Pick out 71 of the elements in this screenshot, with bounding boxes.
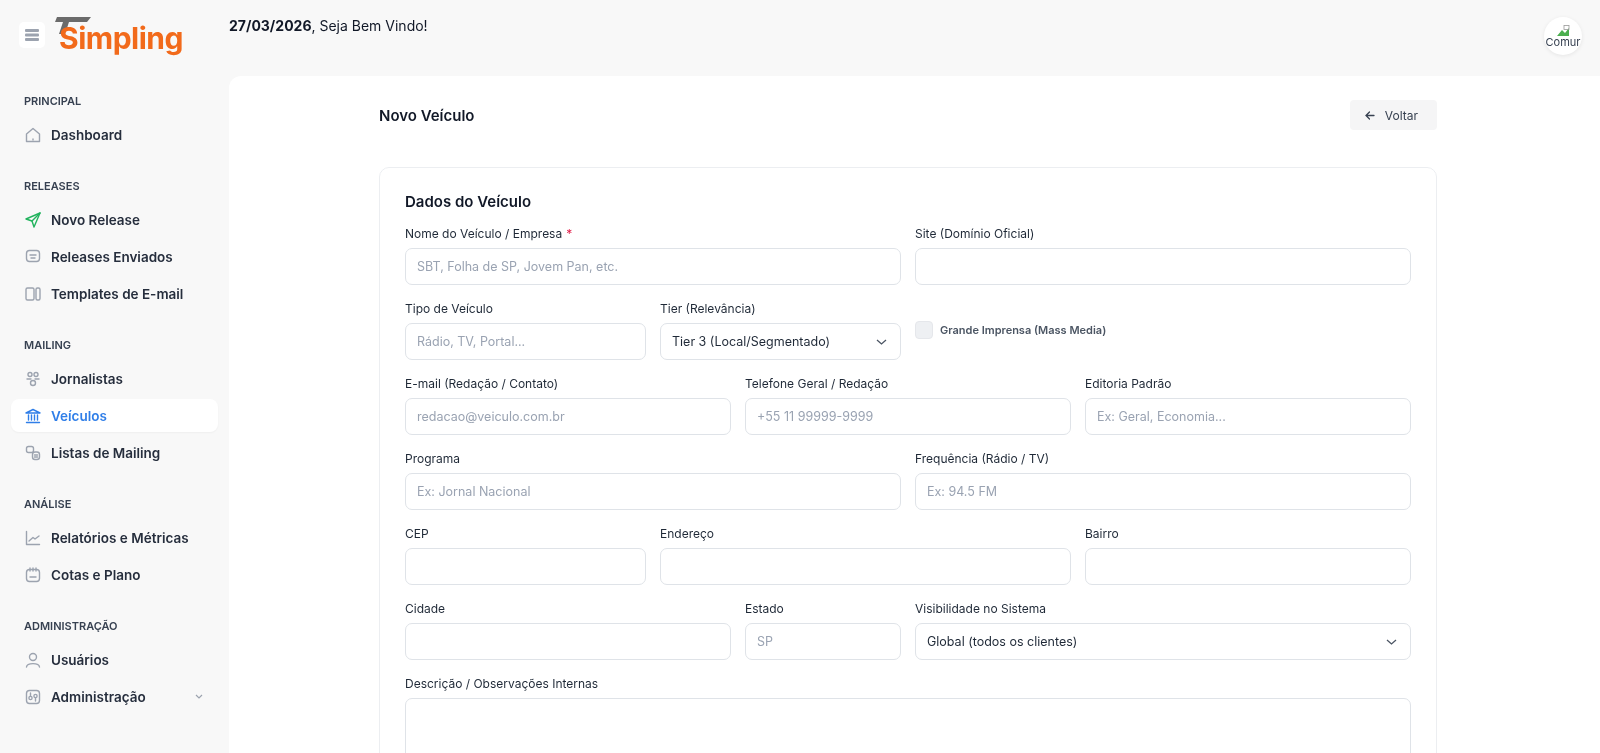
sidebar-item[interactable]: Templates de E-mail [11, 277, 218, 310]
input-field[interactable] [660, 548, 1071, 585]
input-field[interactable]: redacao@veiculo.com.br [405, 398, 731, 435]
section-heading: PRINCIPAL [23, 93, 83, 110]
form-title: Dados do Veículo [405, 192, 533, 211]
arrow-left-icon [1364, 110, 1375, 120]
field-label: Nome do Veículo / Empresa [405, 225, 563, 241]
send-icon [24, 210, 42, 229]
back-button[interactable]: Voltar [1349, 100, 1437, 130]
field-label: Site (Domínio Oficial) [915, 225, 1035, 241]
input-field[interactable]: +55 11 99999-9999 [745, 398, 1071, 435]
chevron-down-icon [876, 338, 887, 345]
input-field[interactable] [405, 623, 731, 660]
sliders-icon [24, 687, 42, 706]
input-field[interactable]: Ex: 94.5 FM [915, 473, 1411, 510]
sidebar-item[interactable]: Jornalistas [11, 362, 218, 395]
field-label: Estado [745, 600, 784, 616]
sidebar-item[interactable]: Veículos [11, 399, 218, 432]
sidebar-item[interactable]: Cotas e Plano [11, 558, 218, 591]
user-icon [24, 650, 42, 669]
section-heading: RELEASES [23, 178, 81, 195]
input-field[interactable]: Ex: Jornal Nacional [405, 473, 901, 510]
chart-icon [24, 528, 42, 547]
field-label: Editoria Padrão [1085, 375, 1172, 391]
page-title: Novo Veículo [379, 105, 475, 125]
section-heading: ADMINISTRAÇÃO [23, 618, 119, 635]
select-field[interactable]: Global (todos os clientes) [915, 623, 1411, 660]
greeting-text: 27/03/2026, Seja Bem Vindo! [229, 17, 428, 34]
checkbox[interactable] [915, 321, 933, 339]
chevron-down-icon [1386, 638, 1397, 645]
field-label: Tipo de Veículo [405, 300, 493, 316]
input-field[interactable]: SBT, Folha de SP, Jovem Pan, etc. [405, 248, 901, 285]
field-label: Descrição / Observações Internas [405, 675, 599, 691]
checkbox-label: Grande Imprensa (Mass Media) [940, 323, 1107, 337]
field-label: Programa [405, 450, 461, 466]
columns-icon [24, 284, 42, 303]
field-label: Visibilidade no Sistema [915, 600, 1046, 616]
required-mark: * [566, 225, 573, 241]
sidebar-item[interactable]: Administração [11, 680, 218, 713]
select-field[interactable]: Tier 3 (Local/Segmentado) [660, 323, 901, 360]
section-heading: ANÁLISE [23, 496, 73, 513]
input-field[interactable] [1085, 548, 1411, 585]
field-label: Bairro [1085, 525, 1119, 541]
section-heading: MAILING [23, 337, 73, 354]
people-icon [24, 369, 42, 388]
menu-icon [25, 29, 39, 41]
field-label: Frequência (Rádio / TV) [915, 450, 1050, 466]
field-label: Telefone Geral / Redação [745, 375, 889, 391]
sidebar-item[interactable]: Releases Enviados [11, 240, 218, 273]
list-icon [24, 443, 42, 462]
sidebar-item[interactable]: Listas de Mailing [11, 436, 218, 469]
field-label: E-mail (Redação / Contato) [405, 375, 559, 391]
broken-image-icon [1556, 24, 1570, 37]
calendar-icon [24, 565, 42, 584]
input-field[interactable]: Rádio, TV, Portal... [405, 323, 646, 360]
sidebar-item[interactable]: Novo Release [11, 203, 218, 236]
menu-button[interactable] [19, 22, 45, 48]
avatar[interactable]: Comur [1544, 17, 1582, 55]
input-field[interactable]: SP [745, 623, 901, 660]
input-field[interactable] [915, 248, 1411, 285]
bank-icon [24, 406, 42, 425]
field-label: Endereço [660, 525, 714, 541]
field-label: CEP [405, 525, 429, 541]
home-icon [24, 125, 42, 144]
input-field[interactable] [405, 548, 646, 585]
field-label: Tier (Relevância) [660, 300, 756, 316]
field-label: Cidade [405, 600, 446, 616]
sidebar-item[interactable]: Usuários [11, 643, 218, 676]
sidebar-item[interactable]: Relatórios e Métricas [11, 521, 218, 554]
sidebar-item[interactable]: Dashboard [11, 118, 218, 151]
input-field[interactable]: Ex: Geral, Economia... [1085, 398, 1411, 435]
